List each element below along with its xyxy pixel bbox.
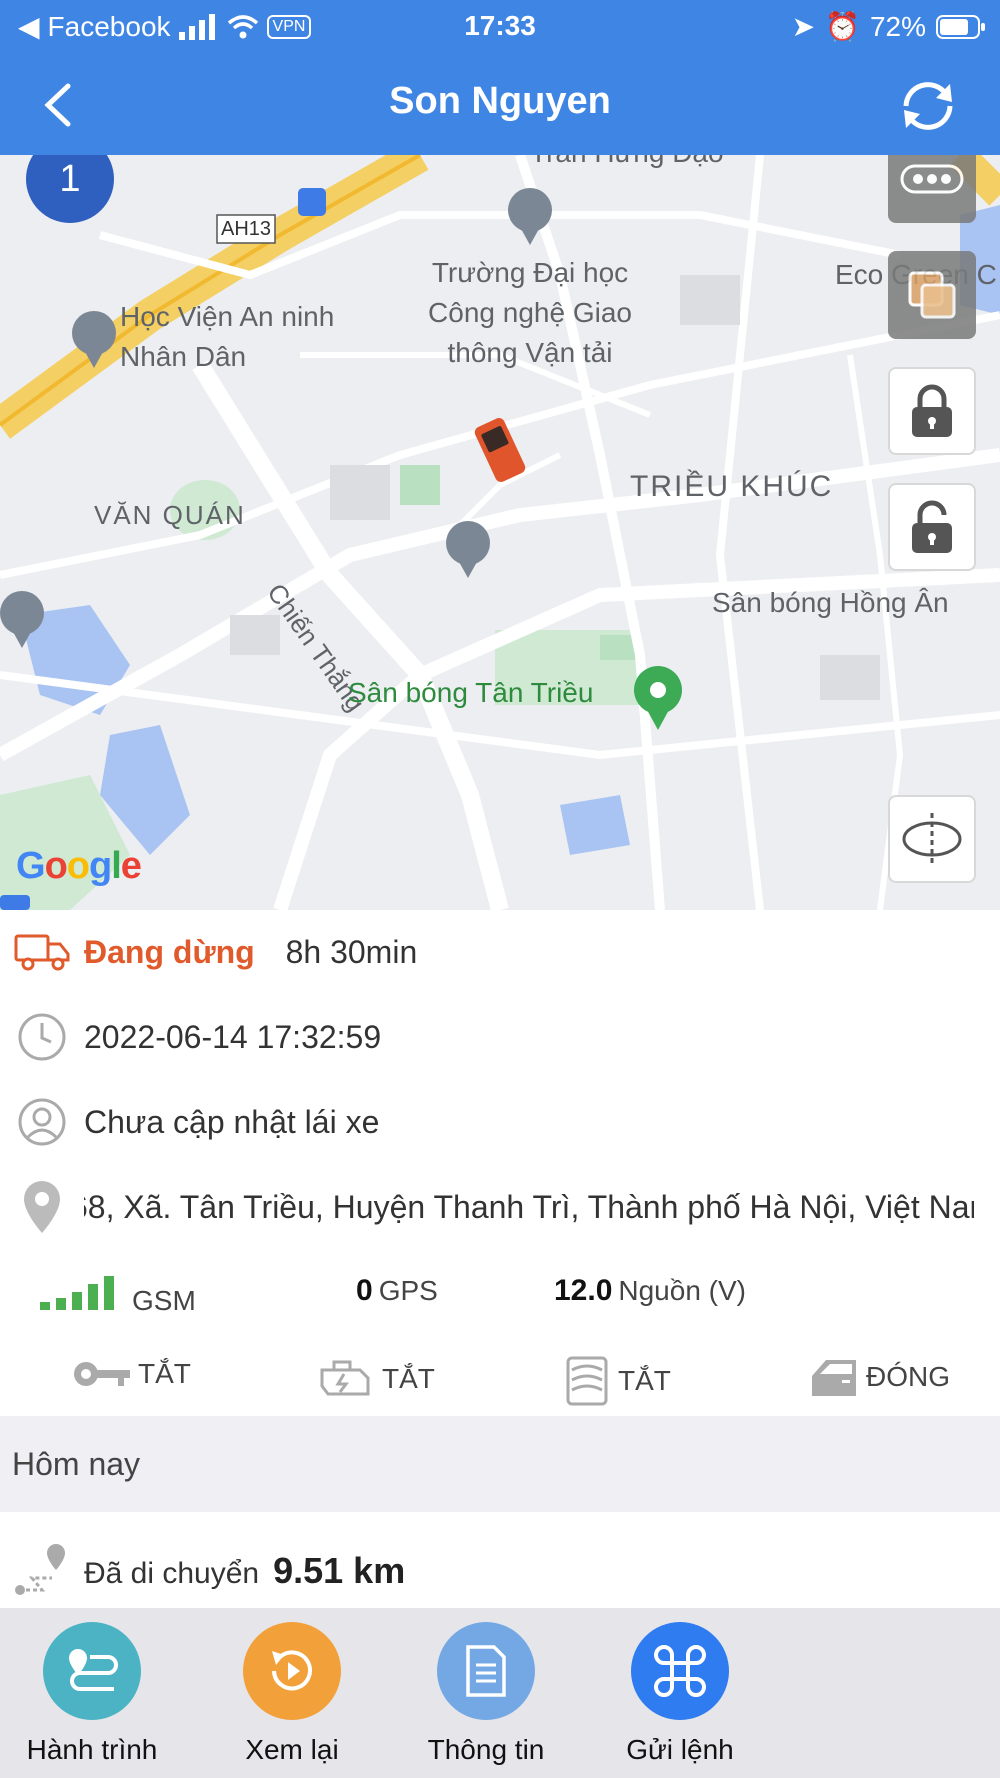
- more-button[interactable]: [888, 155, 976, 223]
- status-bar: ◀ Facebook VPN 17:33 ➤ ⏰ 72%: [0, 0, 1000, 52]
- page-title: Son Nguyen: [389, 80, 611, 122]
- key-icon: [74, 1362, 130, 1386]
- car-door-icon: [812, 1360, 856, 1396]
- location-pin-icon: [14, 1179, 70, 1235]
- gsm-label: GSM: [132, 1285, 196, 1316]
- bus-stop-icon[interactable]: [298, 188, 326, 216]
- refresh-button[interactable]: [896, 76, 960, 136]
- gsm-metric: GSM: [40, 1274, 196, 1317]
- datetime-text: 2022-06-14 17:32:59: [84, 1018, 382, 1055]
- datetime-row: 2022-06-14 17:32:59: [0, 997, 1000, 1077]
- door-state-value: ĐÓNG: [866, 1361, 950, 1392]
- alarm-icon: ⏰: [825, 11, 860, 42]
- map-label-top: Trần Hưng Đạo: [530, 155, 724, 173]
- vehicle-marker-icon[interactable]: [473, 416, 527, 484]
- driver-text: Chưa cập nhật lái xe: [84, 1103, 380, 1140]
- tab-label: Thông tin: [427, 1734, 545, 1765]
- map-label-san-bong-hong-an: Sân bóng Hồng Ân: [712, 587, 949, 618]
- status-duration: 8h 30min: [285, 933, 418, 970]
- nav-bar: Son Nguyen: [0, 60, 1000, 150]
- layers-icon: [908, 271, 956, 319]
- address-row: 68, Xã. Tân Triều, Huyện Thanh Trì, Thàn…: [0, 1167, 1000, 1247]
- air-conditioner-icon: [566, 1356, 608, 1406]
- map-label-van-quan: VĂN QUÁN: [94, 500, 246, 530]
- road-shield-label: AH13: [220, 218, 272, 240]
- engine-state: TẮT: [314, 1356, 435, 1402]
- map-view[interactable]: AH13 Trần Hưng Đạo Học Viện An ninh Nhân…: [0, 155, 1000, 910]
- unlock-button[interactable]: [888, 483, 976, 571]
- map-label-truong-dai-hoc: Trường Đại học Công nghệ Giao thông Vận …: [428, 257, 632, 368]
- rotate-map-button[interactable]: [888, 795, 976, 883]
- more-dots-icon: [900, 164, 964, 194]
- gps-value: 0: [356, 1274, 373, 1307]
- status-bar-right: ➤ ⏰ 72%: [792, 10, 986, 43]
- metrics-row: GSM 0 GPS 12.0 Nguồn (V): [0, 1260, 1000, 1320]
- gps-label: GPS: [378, 1275, 438, 1306]
- power-value: 12.0: [554, 1274, 613, 1307]
- app-header: ◀ Facebook VPN 17:33 ➤ ⏰ 72% Son Nguyen: [0, 0, 1000, 155]
- engine-icon: [320, 1360, 370, 1396]
- distance-label: Đã di chuyển: [84, 1557, 260, 1590]
- today-section-header: Hôm nay: [0, 1416, 1000, 1512]
- bottom-tab-bar: Hành trình Xem lại Thông tin Gửi lệnh: [0, 1608, 1000, 1778]
- tab-thong-tin[interactable]: Thông tin: [406, 1622, 566, 1766]
- status-value: Đang dừng: [84, 933, 255, 970]
- map-layers-button[interactable]: [888, 251, 976, 339]
- lock-button[interactable]: [888, 367, 976, 455]
- map-label-san-bong-tan-trieu: Sân bóng Tân Triều: [348, 677, 594, 708]
- tab-gui-lenh[interactable]: Gửi lệnh: [600, 1622, 760, 1766]
- door-state: ĐÓNG: [808, 1356, 950, 1398]
- power-label: Nguồn (V): [618, 1275, 747, 1306]
- google-logo: Google: [16, 845, 142, 887]
- truck-icon: [14, 924, 70, 980]
- status-text: Đang dừng 8h 30min: [84, 934, 417, 971]
- status-row: Đang dừng 8h 30min: [0, 912, 1000, 992]
- user-icon: [14, 1094, 70, 1150]
- distance-row: Đã di chuyển 9.51 km: [0, 1530, 1000, 1610]
- battery-icon: [936, 14, 985, 39]
- distance-text: Đã di chuyển 9.51 km: [84, 1550, 405, 1592]
- bus-stop-icon[interactable]: [0, 895, 30, 910]
- key-state-value: TẮT: [138, 1358, 191, 1389]
- ac-state: TẮT: [562, 1356, 671, 1406]
- unlock-icon: [912, 500, 952, 553]
- map-label-trieu-khuc: TRIỀU KHÚC: [630, 470, 834, 503]
- key-state: TẮT: [72, 1356, 191, 1392]
- command-icon[interactable]: [631, 1622, 729, 1720]
- tab-xem-lai[interactable]: Xem lại: [212, 1622, 372, 1766]
- tab-hanh-trinh[interactable]: Hành trình: [12, 1622, 172, 1766]
- power-metric: 12.0 Nguồn (V): [554, 1274, 746, 1308]
- tab-label: Xem lại: [245, 1734, 339, 1765]
- school-pin-icon[interactable]: [446, 521, 490, 578]
- tab-label: Gửi lệnh: [626, 1734, 734, 1765]
- rotate-3d-icon: [902, 813, 962, 865]
- replay-icon[interactable]: [243, 1622, 341, 1720]
- distance-value: 9.51 km: [273, 1550, 406, 1591]
- document-icon[interactable]: [437, 1622, 535, 1720]
- route-icon[interactable]: [43, 1622, 141, 1720]
- map-label-hoc-vien: Học Viện An ninh Nhân Dân: [120, 301, 335, 372]
- route-distance-icon: [15, 1544, 65, 1595]
- location-arrow-icon: ➤: [791, 11, 816, 42]
- clock-icon: [14, 1009, 70, 1065]
- ac-state-value: TẮT: [618, 1365, 671, 1396]
- gsm-signal-icon: [40, 1276, 114, 1310]
- lock-icon: [912, 384, 952, 437]
- battery-percent: 72%: [869, 10, 926, 42]
- engine-state-value: TẮT: [382, 1363, 435, 1394]
- gps-metric: 0 GPS: [356, 1274, 438, 1308]
- driver-row: Chưa cập nhật lái xe: [0, 1082, 1000, 1162]
- vehicle-states-row: TẮT TẮT TẮT ĐÓNG: [0, 1340, 1000, 1410]
- address-text: 68, Xã. Tân Triều, Huyện Thanh Trì, Thàn…: [84, 1188, 974, 1225]
- tab-label: Hành trình: [26, 1734, 158, 1765]
